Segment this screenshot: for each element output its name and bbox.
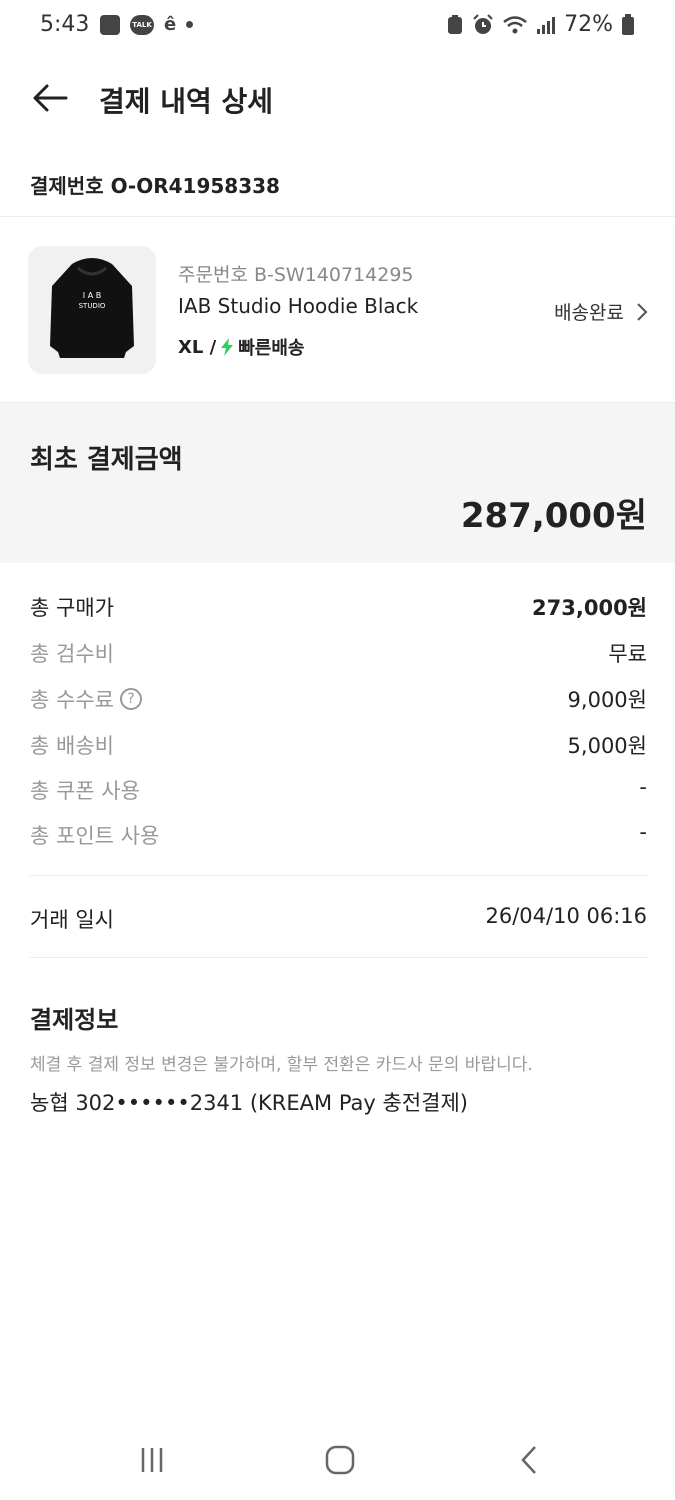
system-navigation-bar (0, 1420, 675, 1500)
system-back-icon (521, 1446, 536, 1474)
payment-info-note: 체결 후 결제 정보 변경은 불가하며, 할부 전환은 카드사 문의 바랍니다. (30, 1055, 533, 1075)
lightning-icon (221, 338, 234, 356)
payment-method: 농협 302••••••2341 (KREAM Pay 충전결제) (30, 1091, 468, 1115)
breakdown-value: - (639, 820, 647, 844)
product-thumbnail: I A B STUDIO (28, 246, 156, 374)
transaction-value: 26/04/10 06:16 (485, 904, 647, 928)
order-number: 주문번호 B-SW140714295 (178, 264, 414, 286)
battery-saver-icon (448, 14, 463, 34)
payment-number: 결제번호 O-OR41958338 (30, 174, 280, 198)
breakdown-value: 9,000원 (567, 688, 647, 712)
system-back-button[interactable] (500, 1440, 560, 1480)
recent-apps-icon (141, 1448, 163, 1472)
wifi-icon (503, 15, 527, 33)
summary-amount: 287,000원 (460, 496, 647, 536)
battery-percent: 72% (564, 12, 613, 37)
payment-info-title: 결제정보 (30, 1006, 119, 1034)
signal-icon (537, 16, 556, 34)
transaction-label: 거래 일시 (30, 908, 114, 932)
breakdown-row-fee: 총 수수료 ? 9,000원 (30, 684, 647, 714)
payment-summary: 최초 결제금액 287,000원 (0, 403, 675, 563)
gallery-icon (100, 14, 120, 35)
alarm-icon (473, 13, 493, 34)
hoodie-print-top: I A B (83, 291, 101, 300)
breakdown-value: 무료 (608, 642, 647, 666)
back-arrow-icon (33, 84, 68, 112)
notification-icons: TALK ê (100, 14, 194, 35)
breakdown-row-points: 총 포인트 사용 - (30, 820, 647, 850)
divider (30, 957, 647, 958)
breakdown-value: 273,000원 (532, 596, 647, 620)
back-button[interactable] (28, 76, 72, 120)
battery-icon (622, 13, 634, 35)
recent-apps-button[interactable] (122, 1440, 182, 1480)
more-notifications-icon (186, 21, 194, 28)
hoodie-print-bottom: STUDIO (79, 302, 106, 310)
hoodie-image: I A B STUDIO (50, 258, 134, 358)
delivery-status-label: 배송완료 (554, 302, 624, 324)
breakdown-label: 총 수수료 (30, 688, 114, 712)
breakdown-row-purchase: 총 구매가 273,000원 (30, 592, 647, 622)
breakdown-label: 총 포인트 사용 (30, 824, 160, 848)
app-header: 결제 내역 상세 (0, 70, 675, 130)
shipping-type: 빠른배송 (238, 338, 305, 359)
home-icon (325, 1445, 355, 1475)
page-title: 결제 내역 상세 (99, 85, 274, 118)
kakaotalk-icon: TALK (130, 14, 154, 35)
breakdown-label: 총 검수비 (30, 642, 114, 666)
status-time: 5:43 (40, 12, 90, 37)
breakdown-label: 총 구매가 (30, 596, 114, 620)
chevron-right-icon (637, 302, 648, 321)
app-notification-icon: ê (164, 14, 177, 35)
delivery-status-link[interactable]: 배송완료 (554, 298, 648, 325)
help-icon[interactable]: ? (119, 688, 142, 710)
order-item[interactable]: I A B STUDIO 주문번호 B-SW140714295 IAB Stud… (28, 246, 648, 374)
summary-label: 최초 결제금액 (30, 445, 183, 475)
status-bar: 5:43 TALK ê 72% (0, 0, 675, 52)
breakdown-label: 총 배송비 (30, 734, 114, 758)
breakdown-row-coupon: 총 쿠폰 사용 - (30, 775, 647, 805)
breakdown-row-inspection: 총 검수비 무료 (30, 638, 647, 668)
product-option: XL / 빠른배송 (178, 334, 304, 360)
breakdown-value: - (639, 775, 647, 799)
breakdown-label: 총 쿠폰 사용 (30, 779, 140, 803)
transaction-date-row: 거래 일시 26/04/10 06:16 (30, 904, 647, 934)
breakdown-row-shipping: 총 배송비 5,000원 (30, 730, 647, 760)
divider (30, 875, 647, 876)
system-icons: 72% (446, 12, 635, 37)
size-label: XL / (178, 336, 217, 358)
home-button[interactable] (310, 1440, 370, 1480)
breakdown-value: 5,000원 (567, 734, 647, 758)
product-name: IAB Studio Hoodie Black (178, 294, 419, 318)
divider (0, 216, 675, 217)
